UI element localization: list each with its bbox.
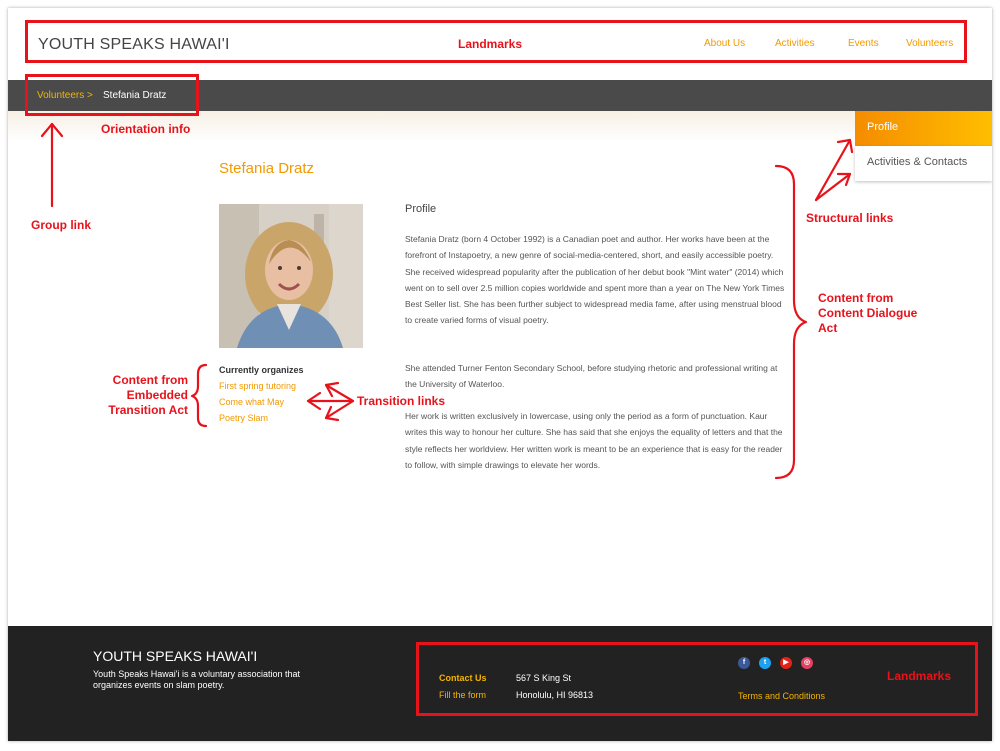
page: YOUTH SPEAKS HAWAI'I About Us Activities…: [8, 8, 992, 741]
annotation-landmarks-footer: Landmarks: [887, 669, 952, 683]
annotation-orientation-info: Orientation info: [101, 122, 191, 136]
annotation-group-link: Group link: [31, 218, 91, 232]
annotation-content-embedded: Content from Embedded Transition Act: [108, 373, 188, 417]
annotation-content-dialogue: Content from Content Dialogue Act: [818, 291, 918, 335]
annotation-structural-links: Structural links: [806, 211, 894, 225]
annotation-landmarks-top: Landmarks: [458, 37, 523, 51]
annotation-transition-links: Transition links: [357, 394, 446, 408]
